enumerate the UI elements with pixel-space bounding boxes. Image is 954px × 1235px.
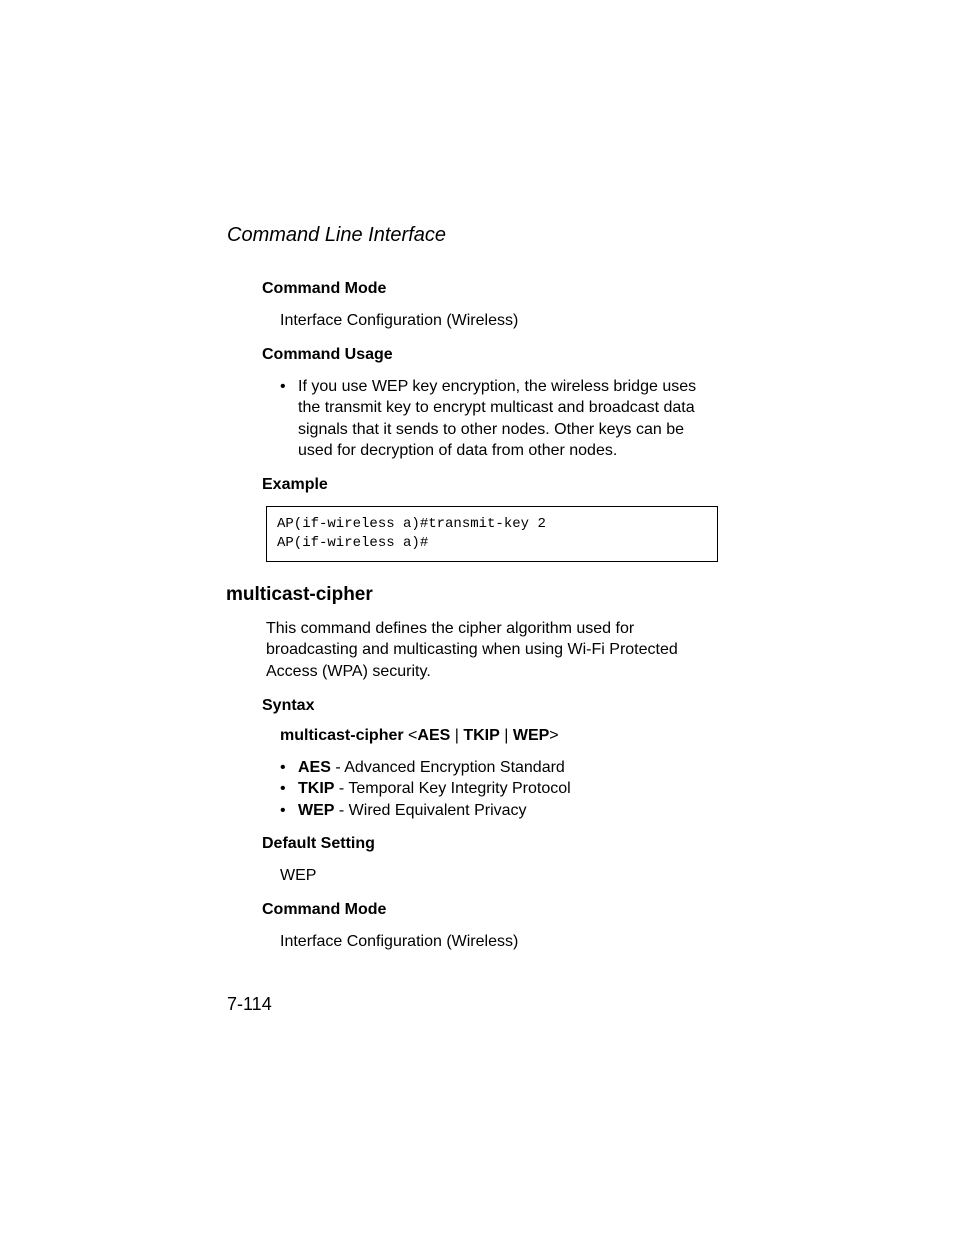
option-list: • AES - Advanced Encryption Standard • T… [280, 757, 722, 822]
command-usage-text: If you use WEP key encryption, the wirel… [298, 376, 722, 462]
command-mode-text-2: Interface Configuration (Wireless) [280, 931, 722, 953]
command-intro: This command defines the cipher algorith… [266, 618, 722, 683]
example-code-block: AP(if-wireless a)#transmit-key 2 AP(if-w… [266, 506, 718, 562]
syntax-opt3: WEP [513, 727, 549, 744]
syntax-gt: > [549, 727, 558, 744]
syntax-opt1: AES [417, 727, 450, 744]
syntax-sep1: | [450, 727, 463, 744]
syntax-sep2: | [500, 727, 513, 744]
command-usage-bullet: • If you use WEP key encryption, the wir… [280, 376, 722, 462]
option-desc: - Temporal Key Integrity Protocol [334, 780, 570, 797]
option-key: AES [298, 759, 331, 776]
option-item-wep: • WEP - Wired Equivalent Privacy [280, 800, 722, 822]
command-mode-text-1: Interface Configuration (Wireless) [280, 310, 722, 332]
command-mode-heading-1: Command Mode [262, 280, 722, 298]
option-item-aes: • AES - Advanced Encryption Standard [280, 757, 722, 779]
bullet-icon: • [280, 800, 298, 822]
command-mode-heading-2: Command Mode [262, 901, 722, 919]
syntax-cmd: multicast-cipher [280, 727, 404, 744]
option-item-tkip: • TKIP - Temporal Key Integrity Protocol [280, 778, 722, 800]
command-usage-heading: Command Usage [262, 346, 722, 364]
default-setting-text: WEP [280, 865, 722, 887]
syntax-heading: Syntax [262, 697, 722, 715]
command-title: multicast-cipher [226, 584, 722, 606]
option-key: WEP [298, 802, 334, 819]
example-heading: Example [262, 476, 722, 494]
page-number: 7-114 [227, 994, 272, 1015]
page-header: Command Line Interface [227, 224, 446, 247]
option-desc: - Advanced Encryption Standard [331, 759, 565, 776]
bullet-icon: • [280, 376, 298, 462]
option-desc: - Wired Equivalent Privacy [334, 802, 526, 819]
bullet-icon: • [280, 778, 298, 800]
default-setting-heading: Default Setting [262, 835, 722, 853]
content-area: Command Mode Interface Configuration (Wi… [262, 276, 722, 967]
syntax-opt2: TKIP [463, 727, 499, 744]
syntax-line: multicast-cipher <AES | TKIP | WEP> [280, 727, 722, 745]
option-key: TKIP [298, 780, 334, 797]
bullet-icon: • [280, 757, 298, 779]
syntax-lt: < [408, 727, 417, 744]
